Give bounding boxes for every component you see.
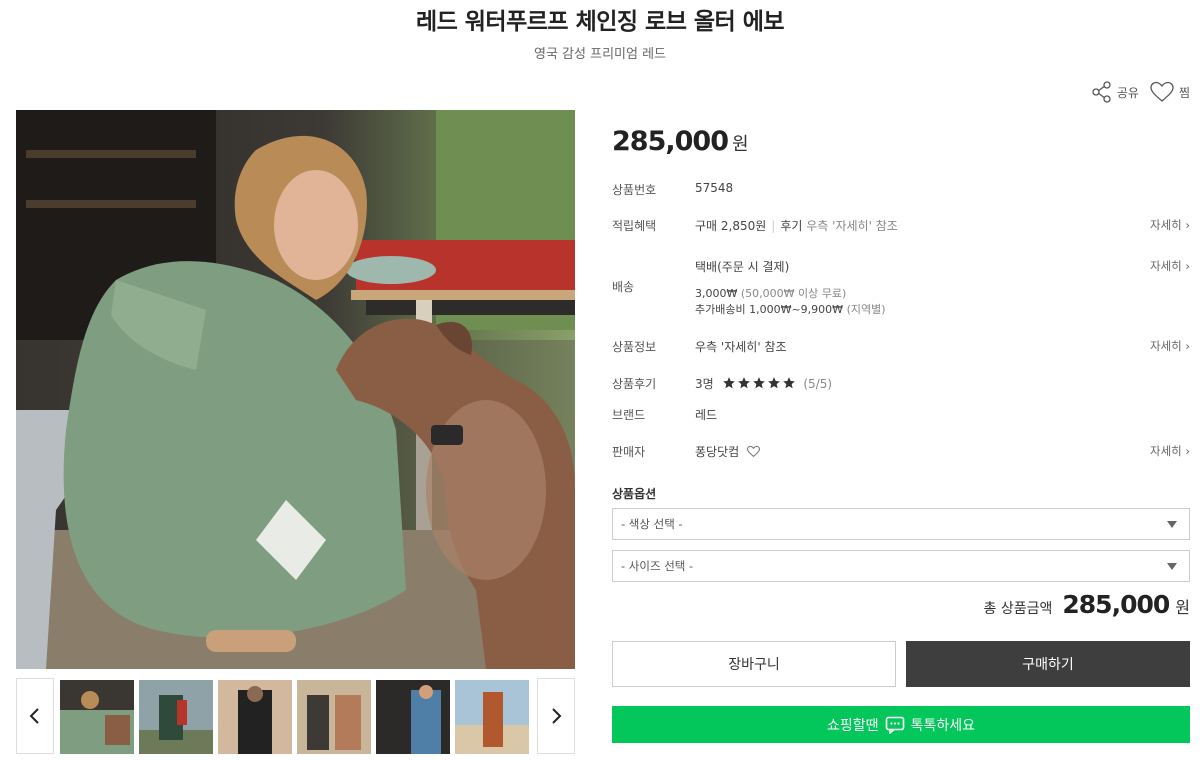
product-title: 레드 워터푸르프 체인징 로브 올터 에보 xyxy=(415,9,785,35)
seller-more-link[interactable]: 자세히 › xyxy=(1150,443,1190,459)
points-review-detail: 우측 '자세히' 참조 xyxy=(806,219,898,233)
share-wish-bar: 공유 찜 xyxy=(1091,80,1190,104)
shipping-more-link[interactable]: 자세히 › xyxy=(1150,258,1190,274)
brand-value[interactable]: 레드 xyxy=(695,406,717,423)
shipping-label: 배송 xyxy=(612,280,635,294)
total-price: 총 상품금액 285,000 원 xyxy=(984,590,1190,619)
seller-value[interactable]: 퐁당닷컴 xyxy=(695,445,739,459)
seller-label: 판매자 xyxy=(612,445,646,459)
product-info-value: 우측 '자세히' 참조 xyxy=(695,340,787,354)
total-label: 총 상품금액 xyxy=(983,601,1053,617)
thumbnail-1[interactable] xyxy=(60,680,134,754)
rating-stars xyxy=(722,376,796,390)
star-icon xyxy=(737,377,750,389)
talktalk-right-label: 톡톡하세요 xyxy=(910,717,975,734)
thumbnail-3[interactable] xyxy=(218,680,292,754)
points-more-link[interactable]: 자세히 › xyxy=(1150,217,1190,233)
chat-bubble-icon xyxy=(885,716,904,734)
points-label: 적립혜택 xyxy=(612,219,657,233)
shipping-extra-region: (지역별) xyxy=(846,303,886,316)
shipping-extra: 추가배송비 1,000₩~9,900₩ xyxy=(695,303,844,316)
main-product-image[interactable] xyxy=(16,110,575,669)
add-to-cart-button[interactable]: 장바구니 xyxy=(612,641,896,687)
product-info-more-link[interactable]: 자세히 › xyxy=(1150,338,1190,354)
star-icon xyxy=(722,377,735,389)
star-icon xyxy=(782,377,795,389)
price-currency: 원 xyxy=(731,134,749,155)
thumbnail-2[interactable] xyxy=(139,680,213,754)
total-amount: 285,000 xyxy=(1062,590,1170,619)
wish-label: 찜 xyxy=(1178,85,1190,100)
brand-label: 브랜드 xyxy=(612,408,646,422)
shipping-method: 택배(주문 시 결제) xyxy=(695,260,790,274)
color-select[interactable]: - 색상 선택 - xyxy=(612,508,1190,540)
review-label: 상품후기 xyxy=(612,377,657,391)
heart-icon xyxy=(1150,81,1174,102)
shipping-fee: 3,000₩ xyxy=(695,287,738,300)
shipping-free: (50,000₩ 이상 무료) xyxy=(740,287,847,300)
seller-heart-icon[interactable] xyxy=(746,445,761,458)
caret-down-icon xyxy=(1167,521,1177,528)
buy-now-button[interactable]: 구매하기 xyxy=(906,641,1190,687)
product-no-value: 57548 xyxy=(695,181,734,195)
share-icon xyxy=(1092,81,1111,103)
info-row-shipping: 배송 택배(주문 시 결제) 3,000₩ (50,000₩ 이상 무료) 추가… xyxy=(612,258,1190,318)
talktalk-button[interactable]: 쇼핑할땐 톡톡하세요 xyxy=(612,706,1190,743)
points-review-label: 후기 xyxy=(780,219,803,233)
thumbnail-6[interactable] xyxy=(455,680,529,754)
talktalk-left-label: 쇼핑할땐 xyxy=(827,717,879,734)
thumbnail-5[interactable] xyxy=(376,680,450,754)
thumbnail-4[interactable] xyxy=(297,680,371,754)
total-currency: 원 xyxy=(1175,598,1190,617)
review-score: (5/5) xyxy=(803,377,833,391)
price-amount: 285,000 xyxy=(612,126,729,157)
product-subtitle: 영국 감성 프리미엄 레드 xyxy=(534,47,666,62)
star-icon xyxy=(752,377,765,389)
star-icon xyxy=(767,377,780,389)
color-select-value: - 색상 선택 - xyxy=(621,517,683,531)
thumbnail-next-button[interactable] xyxy=(537,678,575,754)
wish-button[interactable]: 찜 xyxy=(1149,80,1190,104)
chevron-left-icon xyxy=(29,708,39,724)
size-select-value: - 사이즈 선택 - xyxy=(621,559,694,573)
chevron-right-icon xyxy=(552,708,562,724)
size-select[interactable]: - 사이즈 선택 - xyxy=(612,550,1190,582)
product-price: 285,000 원 xyxy=(612,126,749,157)
caret-down-icon xyxy=(1167,563,1177,570)
share-button[interactable]: 공유 xyxy=(1091,81,1139,103)
thumbnail-prev-button[interactable] xyxy=(16,678,54,754)
options-title: 상품옵션 xyxy=(612,487,657,501)
thumbnail-carousel xyxy=(16,678,575,756)
product-info-label: 상품정보 xyxy=(612,340,657,354)
product-no-label: 상품번호 xyxy=(612,183,657,197)
points-purchase: 구매 2,850원 xyxy=(695,219,767,233)
review-count: 3명 xyxy=(695,377,714,391)
share-label: 공유 xyxy=(1116,85,1139,100)
